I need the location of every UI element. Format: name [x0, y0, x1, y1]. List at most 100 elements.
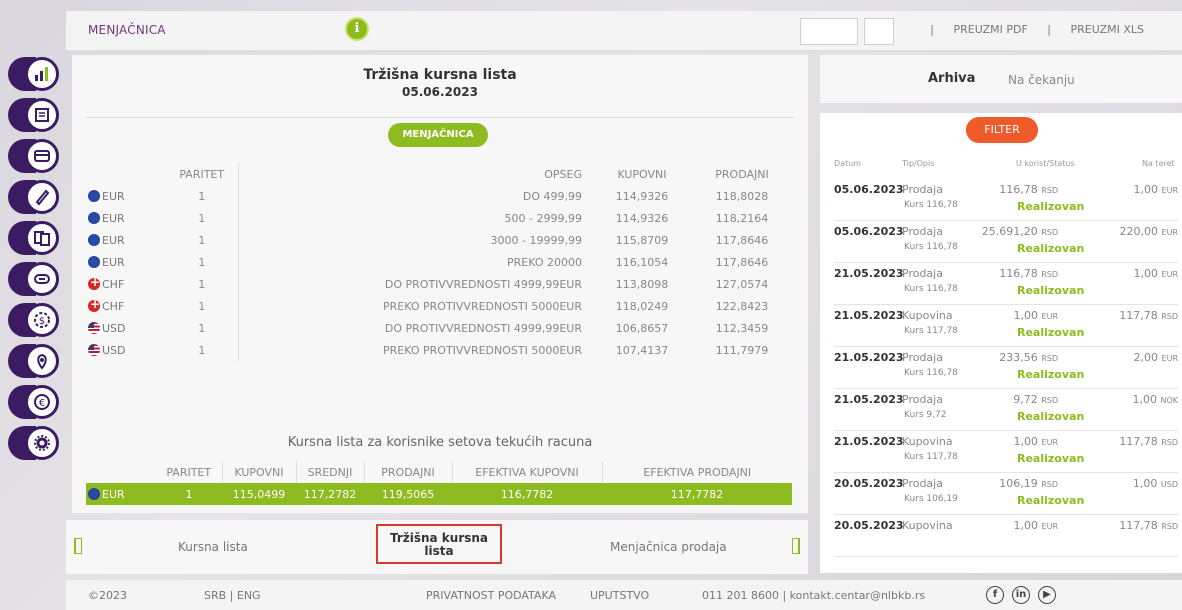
tab-na-cekanju[interactable]: Na čekanju [1008, 73, 1075, 87]
sidebar-item[interactable]: € [8, 385, 60, 419]
filter-button[interactable]: FILTER [966, 117, 1038, 143]
corp-col-paritet: PARITET [166, 465, 212, 479]
eu-flag-icon [88, 211, 100, 224]
eu-flag-icon [88, 487, 100, 500]
col-kupovni: KUPOVNI [617, 167, 667, 181]
rates-title: Tržišna kursna lista [363, 67, 517, 83]
rate-row: USD 1 PREKO PROTIVVREDNOSTI 5000EUR 107,413… [86, 339, 792, 361]
rate-row: EUR 1 500 - 2999,99 114,9326 118,2164 [86, 207, 792, 229]
col-paritet: PARITET [179, 167, 225, 181]
facebook-icon[interactable]: f [986, 586, 1004, 604]
ch-flag-icon [88, 275, 100, 290]
nav-menjacnica-prodaja[interactable]: Menjačnica prodaja [610, 540, 727, 554]
footer: ©2023 SRB | ENG PRIVATNOST PODATAKA UPUT… [66, 580, 1182, 610]
language-switch[interactable]: SRB | ENG [204, 589, 261, 602]
archive-item[interactable]: 21.05.2023 Prodaja Kurs 116,78 116,78 RSD Re… [834, 263, 1178, 305]
menjacnica-button[interactable]: MENJAČNICA [388, 123, 488, 147]
sidebar-item[interactable] [8, 221, 60, 255]
sidebar-item[interactable] [8, 344, 60, 378]
ch-flag-icon [88, 297, 100, 312]
rate-row: CHF1DO PROTIVVREDNOSTI 4999,99EUR113,809… [86, 273, 792, 295]
sidebar-item[interactable] [8, 57, 60, 91]
archive-columns: Datum Tip/Opis U korist/Status Na teret [820, 159, 1182, 173]
col-status: U korist/Status [1016, 159, 1075, 168]
archive-item[interactable]: 05.06.2023 Prodaja Kurs 116,78 116,78 RSD Re… [834, 179, 1178, 221]
next-arrow-icon[interactable] [792, 538, 800, 554]
top-bar: MENJAČNICA i | PREUZMI PDF | PREUZMI XLS [66, 11, 1182, 51]
archive-item[interactable]: 21.05.2023 Prodaja Kurs 9,72 9,72 RSD Realiz… [834, 389, 1178, 431]
col-datum: Datum [834, 159, 862, 168]
archive-item[interactable]: 21.05.2023 Kupovina Kurs 117,78 1,00 EUR Rea… [834, 305, 1178, 347]
col-na-teret: Na teret [1142, 159, 1175, 168]
rate-row: EUR 1 DO 499,99 114,9326 118,8028 [86, 185, 792, 207]
sidebar: $ € [8, 57, 66, 467]
contact-info: 011 201 8600 | kontakt.centar@nlbkb.rs [702, 589, 926, 602]
corp-rates-title: Kursna lista za korisnike setova tekućih… [287, 435, 593, 450]
copyright: ©2023 [88, 589, 127, 602]
archive-item[interactable]: 05.06.2023 Prodaja Kurs 116,78 25.691,20 RS… [834, 221, 1178, 263]
nav-kursna-lista[interactable]: Kursna lista [178, 540, 248, 554]
col-prodajni: PRODAJNI [715, 167, 769, 181]
eu-flag-icon [88, 233, 100, 246]
linkedin-icon[interactable]: in [1012, 586, 1030, 604]
rates-date: 05.06.2023 [402, 85, 478, 99]
privacy-link[interactable]: PRIVATNOST PODATAKA [426, 589, 556, 602]
nav-trzisna-kursna-lista[interactable]: Tržišna kursna lista [376, 524, 502, 564]
gear-icon [25, 426, 59, 460]
rates-panel: Tržišna kursna lista 05.06.2023 MENJAČNI… [72, 55, 808, 513]
col-opseg: OPSEG [237, 163, 592, 185]
download-xls-link[interactable]: PREUZMI XLS [1071, 23, 1145, 36]
eu-flag-icon [88, 255, 100, 268]
svg-text:$: $ [39, 316, 45, 327]
archive-item[interactable]: 21.05.2023 Prodaja Kurs 116,78 233,56 RSD Re… [834, 347, 1178, 389]
top-input-2[interactable] [864, 18, 894, 45]
us-flag-icon [88, 321, 100, 334]
coin-icon: $ [25, 303, 59, 337]
download-pdf-link[interactable]: PREUZMI PDF [953, 23, 1027, 36]
exchange-icon [25, 221, 59, 255]
sidebar-item[interactable] [8, 139, 60, 173]
us-flag-icon [88, 343, 100, 356]
corp-col-prodajni: PRODAJNI [363, 461, 452, 483]
top-input-1[interactable] [800, 18, 858, 45]
archive-tabs: Arhiva Na čekanju [820, 55, 1182, 103]
corp-col-efektiva-kupovni: EFEKTIVA KUPOVNI [451, 461, 602, 483]
info-icon[interactable]: i [345, 17, 369, 41]
document-icon [25, 98, 59, 132]
rate-row: CHF1PREKO PROTIVVREDNOSTI 5000EUR118,024… [86, 295, 792, 317]
archive-item[interactable]: 21.05.2023 Kupovina Kurs 117,78 1,00 EUR Rea… [834, 431, 1178, 473]
corp-rates-table: PARITET KUPOVNI SREDNJI PRODAJNI EFEKTIV… [86, 461, 792, 505]
pen-icon [25, 180, 59, 214]
corp-col-srednji: SREDNJI [295, 461, 364, 483]
col-tip: Tip/Opis [902, 159, 935, 168]
guide-link[interactable]: UPUTSTVO [590, 589, 649, 602]
rate-row: USD 1 DO PROTIVVREDNOSTI 4999,99EUR 106,865… [86, 317, 792, 339]
bar-chart-icon [25, 57, 59, 91]
bottom-nav: Kursna lista Tržišna kursna lista Menjač… [66, 520, 808, 574]
rate-row: EUR 1 3000 - 19999,99 115,8709 117,8646 [86, 229, 792, 251]
corp-row: EUR 1 115,0499 117,2782 119,5065 116,778… [86, 483, 792, 505]
archive-item[interactable]: 20.05.2023 Prodaja Kurs 106,19 106,19 RSD Re… [834, 473, 1178, 515]
sidebar-item[interactable] [8, 426, 60, 460]
corp-col-efektiva-prodajni: EFEKTIVA PRODAJNI [601, 461, 792, 483]
eu-flag-icon [88, 189, 100, 202]
page-title: MENJAČNICA [88, 23, 166, 37]
youtube-icon[interactable]: ▶ [1038, 586, 1056, 604]
prev-arrow-icon[interactable] [74, 538, 82, 554]
sidebar-item[interactable] [8, 262, 60, 296]
separator: | [1047, 23, 1051, 36]
minus-card-icon [25, 262, 59, 296]
sidebar-item[interactable]: $ [8, 303, 60, 337]
tab-arhiva[interactable]: Arhiva [928, 71, 975, 86]
archive-panel: Arhiva Na čekanju FILTER Datum Tip/Opis … [820, 55, 1182, 573]
separator: | [930, 23, 934, 36]
sidebar-item[interactable] [8, 98, 60, 132]
rate-row: EUR 1 PREKO 20000 116,1054 117,8646 [86, 251, 792, 273]
divider [86, 117, 794, 118]
sidebar-item[interactable] [8, 180, 60, 214]
svg-text:€: € [39, 398, 45, 409]
card-icon [25, 139, 59, 173]
archive-item[interactable]: 20.05.2023 Kupovina 1,00 EUR 117,78 RSD [834, 515, 1178, 557]
corp-col-kupovni: KUPOVNI [221, 461, 296, 483]
rates-table: PARITET OPSEG KUPOVNI PRODAJNI EUR 1 DO 49… [86, 163, 792, 361]
